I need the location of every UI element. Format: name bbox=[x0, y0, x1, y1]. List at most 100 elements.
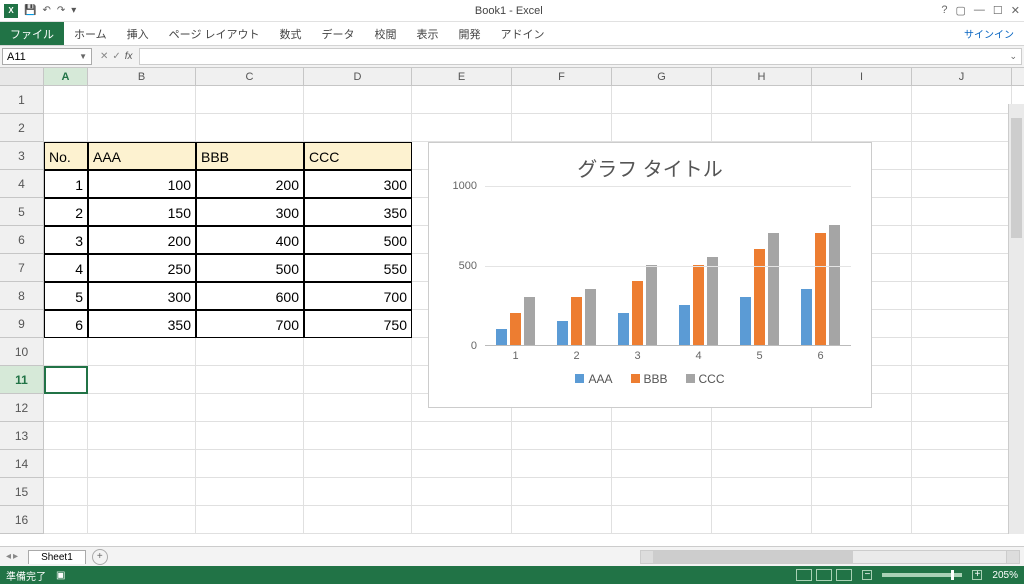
cell-H13[interactable] bbox=[712, 422, 812, 450]
cell-B1[interactable] bbox=[88, 86, 196, 114]
cell-J11[interactable] bbox=[912, 366, 1012, 394]
cell-D5[interactable]: 350 bbox=[304, 198, 412, 226]
cell-H16[interactable] bbox=[712, 506, 812, 534]
cell-C13[interactable] bbox=[196, 422, 304, 450]
cell-B12[interactable] bbox=[88, 394, 196, 422]
cell-C3[interactable]: BBB bbox=[196, 142, 304, 170]
tab-developer[interactable]: 開発 bbox=[449, 22, 491, 45]
cell-G13[interactable] bbox=[612, 422, 712, 450]
cell-I13[interactable] bbox=[812, 422, 912, 450]
cell-J9[interactable] bbox=[912, 310, 1012, 338]
cell-C1[interactable] bbox=[196, 86, 304, 114]
cell-A7[interactable]: 4 bbox=[44, 254, 88, 282]
row-header-14[interactable]: 14 bbox=[0, 450, 44, 478]
cell-B15[interactable] bbox=[88, 478, 196, 506]
column-header-E[interactable]: E bbox=[412, 68, 512, 85]
cell-G16[interactable] bbox=[612, 506, 712, 534]
chart-bar[interactable] bbox=[557, 321, 568, 345]
cell-B2[interactable] bbox=[88, 114, 196, 142]
view-page-layout-button[interactable] bbox=[816, 569, 832, 581]
cell-G1[interactable] bbox=[612, 86, 712, 114]
chart-bar[interactable] bbox=[646, 265, 657, 345]
cell-J7[interactable] bbox=[912, 254, 1012, 282]
chart-bar[interactable] bbox=[496, 329, 507, 345]
cell-J10[interactable] bbox=[912, 338, 1012, 366]
chart-bar[interactable] bbox=[618, 313, 629, 345]
cell-C8[interactable]: 600 bbox=[196, 282, 304, 310]
cell-H14[interactable] bbox=[712, 450, 812, 478]
chart-bar[interactable] bbox=[707, 257, 718, 345]
cell-B11[interactable] bbox=[88, 366, 196, 394]
chart-bar[interactable] bbox=[585, 289, 596, 345]
chart-bar[interactable] bbox=[801, 289, 812, 345]
sheet-tab-active[interactable]: Sheet1 bbox=[28, 550, 86, 564]
cell-F14[interactable] bbox=[512, 450, 612, 478]
formula-bar-expand-icon[interactable]: ⌄ bbox=[1009, 51, 1017, 62]
cell-A4[interactable]: 1 bbox=[44, 170, 88, 198]
zoom-in-button[interactable]: + bbox=[972, 570, 982, 580]
cell-C16[interactable] bbox=[196, 506, 304, 534]
cell-J13[interactable] bbox=[912, 422, 1012, 450]
cell-C10[interactable] bbox=[196, 338, 304, 366]
cell-A8[interactable]: 5 bbox=[44, 282, 88, 310]
row-header-7[interactable]: 7 bbox=[0, 254, 44, 282]
tab-file[interactable]: ファイル bbox=[0, 22, 64, 45]
embedded-chart[interactable]: グラフ タイトル 05001000 123456 AAABBBCCC bbox=[428, 142, 872, 408]
cell-B7[interactable]: 250 bbox=[88, 254, 196, 282]
column-header-C[interactable]: C bbox=[196, 68, 304, 85]
chart-bar[interactable] bbox=[740, 297, 751, 345]
sheet-next-icon[interactable]: ▸ bbox=[13, 551, 18, 562]
maximize-icon[interactable]: ☐ bbox=[993, 4, 1003, 17]
tab-view[interactable]: 表示 bbox=[407, 22, 449, 45]
cell-B6[interactable]: 200 bbox=[88, 226, 196, 254]
chart-legend-item[interactable]: BBB bbox=[631, 372, 668, 386]
add-sheet-button[interactable]: + bbox=[92, 549, 108, 565]
cell-F2[interactable] bbox=[512, 114, 612, 142]
tab-review[interactable]: 校閲 bbox=[365, 22, 407, 45]
column-header-F[interactable]: F bbox=[512, 68, 612, 85]
cell-F15[interactable] bbox=[512, 478, 612, 506]
cell-A16[interactable] bbox=[44, 506, 88, 534]
cell-D11[interactable] bbox=[304, 366, 412, 394]
cell-G15[interactable] bbox=[612, 478, 712, 506]
column-header-I[interactable]: I bbox=[812, 68, 912, 85]
cell-J6[interactable] bbox=[912, 226, 1012, 254]
cell-D3[interactable]: CCC bbox=[304, 142, 412, 170]
cell-A11[interactable] bbox=[44, 366, 88, 394]
view-page-break-button[interactable] bbox=[836, 569, 852, 581]
chart-bar[interactable] bbox=[571, 297, 582, 345]
tab-insert[interactable]: 挿入 bbox=[117, 22, 159, 45]
macro-record-icon[interactable]: ▣ bbox=[56, 570, 65, 581]
cell-C14[interactable] bbox=[196, 450, 304, 478]
cell-J2[interactable] bbox=[912, 114, 1012, 142]
cell-B9[interactable]: 350 bbox=[88, 310, 196, 338]
cell-C12[interactable] bbox=[196, 394, 304, 422]
cell-I15[interactable] bbox=[812, 478, 912, 506]
chart-legend-item[interactable]: CCC bbox=[686, 372, 725, 386]
cell-J12[interactable] bbox=[912, 394, 1012, 422]
column-header-G[interactable]: G bbox=[612, 68, 712, 85]
signin-link[interactable]: サインイン bbox=[954, 22, 1024, 45]
cell-D13[interactable] bbox=[304, 422, 412, 450]
chart-title[interactable]: グラフ タイトル bbox=[429, 143, 871, 186]
cell-E15[interactable] bbox=[412, 478, 512, 506]
tab-addin[interactable]: アドイン bbox=[491, 22, 555, 45]
chart-bar[interactable] bbox=[693, 265, 704, 345]
chart-legend-item[interactable]: AAA bbox=[575, 372, 612, 386]
cell-F13[interactable] bbox=[512, 422, 612, 450]
cell-I16[interactable] bbox=[812, 506, 912, 534]
cell-H1[interactable] bbox=[712, 86, 812, 114]
cell-I1[interactable] bbox=[812, 86, 912, 114]
cancel-formula-icon[interactable]: ✕ bbox=[100, 51, 108, 62]
cell-C9[interactable]: 700 bbox=[196, 310, 304, 338]
cell-C5[interactable]: 300 bbox=[196, 198, 304, 226]
cell-A9[interactable]: 6 bbox=[44, 310, 88, 338]
cell-E1[interactable] bbox=[412, 86, 512, 114]
cell-A12[interactable] bbox=[44, 394, 88, 422]
cell-D16[interactable] bbox=[304, 506, 412, 534]
cell-A15[interactable] bbox=[44, 478, 88, 506]
cell-D14[interactable] bbox=[304, 450, 412, 478]
cell-J5[interactable] bbox=[912, 198, 1012, 226]
cell-C6[interactable]: 400 bbox=[196, 226, 304, 254]
vertical-scrollbar[interactable] bbox=[1008, 104, 1024, 534]
